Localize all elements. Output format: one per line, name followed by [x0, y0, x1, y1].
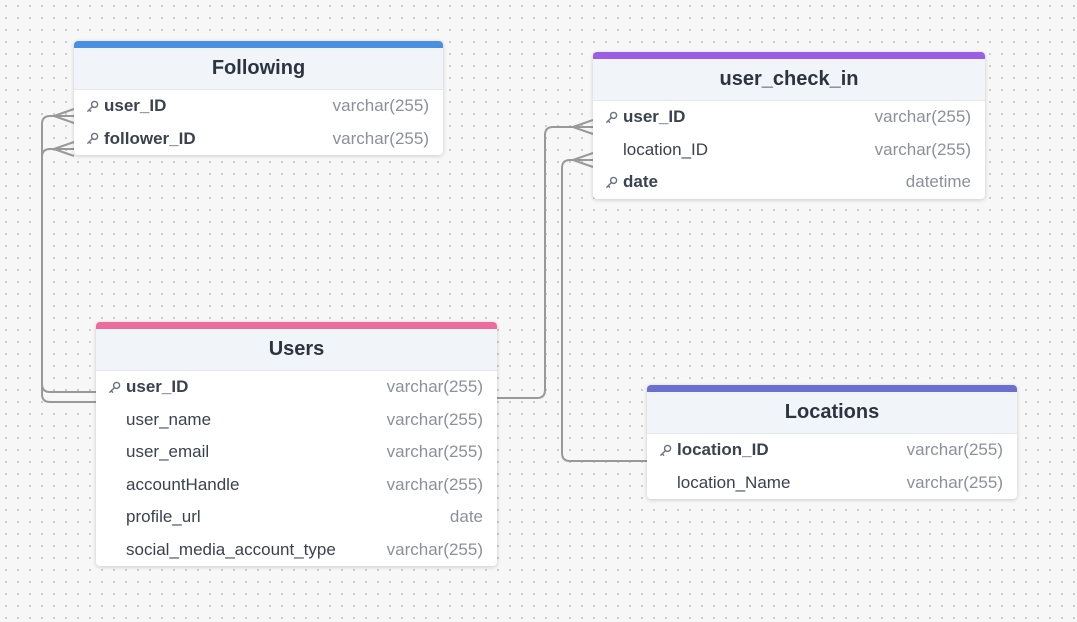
key-icon: [86, 132, 104, 145]
table-row[interactable]: location_ID varchar(255): [593, 134, 985, 167]
connector-locations-checkin-location-id: [561, 159, 647, 462]
column-type: varchar(255): [332, 96, 429, 116]
table-rows: user_ID varchar(255) location_ID varchar(25…: [593, 101, 985, 199]
column-left: profile_url: [108, 507, 201, 527]
column-name: user_ID: [126, 377, 189, 397]
column-left: user_ID: [605, 107, 685, 127]
column-left: user_email: [108, 442, 209, 462]
key-icon: [605, 111, 623, 124]
column-name: date: [623, 172, 658, 192]
column-left: user_name: [108, 410, 211, 430]
table-users[interactable]: Users user_ID varchar(255) user_name varcha…: [96, 322, 497, 566]
table-title: Locations: [647, 392, 1017, 434]
table-row[interactable]: user_ID varchar(255): [74, 90, 443, 123]
table-title: user_check_in: [593, 59, 985, 101]
table-row[interactable]: accountHandle varchar(255): [96, 469, 497, 502]
table-row[interactable]: user_ID varchar(255): [593, 101, 985, 134]
table-row[interactable]: user_name varchar(255): [96, 404, 497, 437]
column-left: date: [605, 172, 658, 192]
key-icon: [605, 176, 623, 189]
table-accent-bar: [647, 385, 1017, 392]
table-accent-bar: [593, 52, 985, 59]
table-accent-bar: [96, 322, 497, 329]
column-left: location_ID: [605, 140, 708, 160]
table-row[interactable]: location_ID varchar(255): [647, 434, 1017, 467]
column-left: accountHandle: [108, 475, 239, 495]
column-name: user_email: [126, 442, 210, 462]
table-accent-bar: [74, 41, 443, 48]
table-following[interactable]: Following user_ID varchar(255) follower_ID…: [74, 41, 443, 155]
column-left: location_Name: [659, 473, 790, 493]
column-name: location_ID: [623, 139, 709, 159]
column-type: varchar(255): [874, 107, 971, 127]
column-type: datetime: [905, 172, 971, 192]
column-type: varchar(255): [386, 409, 483, 429]
column-name: user_ID: [623, 107, 686, 127]
column-type: varchar(255): [906, 472, 1003, 492]
column-name: location_Name: [677, 472, 791, 492]
table-rows: user_ID varchar(255) follower_ID varchar(25…: [74, 90, 443, 155]
crowfoot-following-user-id: [53, 108, 75, 124]
column-name: user_ID: [104, 96, 167, 116]
column-type: varchar(255): [386, 377, 483, 397]
crowfoot-checkin-user-id: [572, 119, 594, 135]
column-left: location_ID: [659, 440, 769, 460]
crowfoot-following-follower-id: [53, 141, 75, 157]
column-name: accountHandle: [126, 474, 240, 494]
table-row[interactable]: location_Name varchar(255): [647, 467, 1017, 500]
table-row[interactable]: social_media_account_type varchar(255): [96, 534, 497, 567]
connector-users-checkin-user-id: [497, 126, 593, 399]
table-rows: user_ID varchar(255) user_name varchar(255)…: [96, 371, 497, 566]
column-type: date: [449, 507, 483, 527]
column-name: user_name: [126, 409, 212, 429]
column-left: user_ID: [86, 96, 166, 116]
column-type: varchar(255): [332, 128, 429, 148]
connector-users-following-user-id: [41, 115, 96, 393]
table-row[interactable]: user_ID varchar(255): [96, 371, 497, 404]
column-name: location_ID: [677, 440, 769, 460]
table-locations[interactable]: Locations location_ID varchar(255) locatio…: [647, 385, 1017, 499]
key-icon: [86, 100, 104, 113]
connector-users-following-follower-id: [41, 148, 96, 403]
crowfoot-checkin-location-id: [572, 152, 594, 168]
column-type: varchar(255): [386, 539, 483, 559]
table-row[interactable]: user_email varchar(255): [96, 436, 497, 469]
table-row[interactable]: follower_ID varchar(255): [74, 123, 443, 156]
key-icon: [108, 381, 126, 394]
table-title: Users: [96, 329, 497, 371]
table-rows: location_ID varchar(255) location_Name varc…: [647, 434, 1017, 499]
table-row[interactable]: date datetime: [593, 166, 985, 199]
table-title: Following: [74, 48, 443, 90]
column-name: profile_url: [126, 507, 201, 527]
key-icon: [659, 444, 677, 457]
column-left: user_ID: [108, 377, 188, 397]
column-name: social_media_account_type: [126, 539, 336, 559]
column-type: varchar(255): [906, 440, 1003, 460]
table-row[interactable]: profile_url date: [96, 501, 497, 534]
column-left: social_media_account_type: [108, 540, 336, 560]
table-user-check-in[interactable]: user_check_in user_ID varchar(255) locatio…: [593, 52, 985, 199]
column-type: varchar(255): [874, 139, 971, 159]
column-name: follower_ID: [104, 128, 196, 148]
column-type: varchar(255): [386, 442, 483, 462]
column-left: follower_ID: [86, 129, 196, 149]
column-type: varchar(255): [386, 474, 483, 494]
